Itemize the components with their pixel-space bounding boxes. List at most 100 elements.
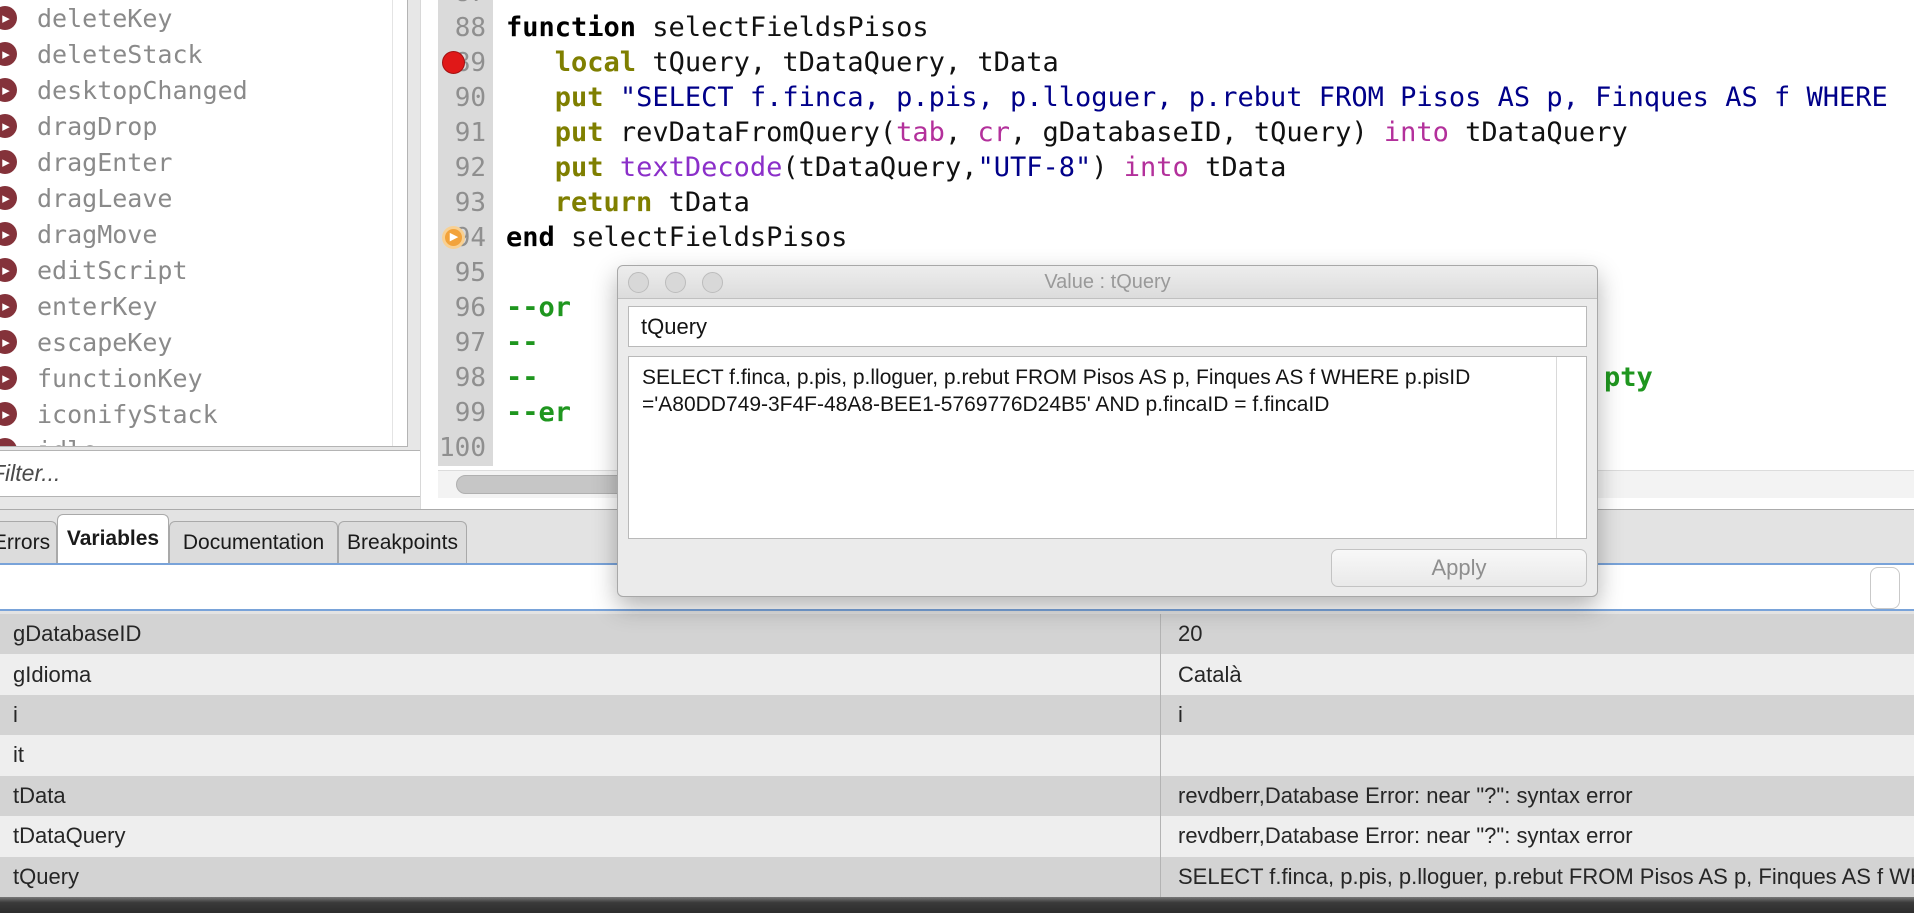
line-number[interactable]: 95 <box>438 258 493 288</box>
handler-label: dragDrop <box>37 112 157 141</box>
handler-message-icon <box>0 78 17 102</box>
handler-label: editScript <box>37 256 188 285</box>
handler-label: dragEnter <box>37 148 172 177</box>
line-text: put revDataFromQuery(tab, cr, gDatabaseI… <box>506 117 1628 148</box>
variable-value-cell[interactable]: SELECT f.finca, p.pis, p.lloguer, p.rebu… <box>1161 857 1914 897</box>
handler-message-icon <box>0 330 17 354</box>
line-number[interactable]: 97 <box>438 328 493 358</box>
breakpoint-icon[interactable] <box>442 51 465 74</box>
handler-item-functionKey[interactable]: functionKey <box>0 360 407 396</box>
handler-label: iconifyStack <box>37 400 218 429</box>
code-line-87[interactable]: 87 <box>438 0 1914 10</box>
handler-item-dragEnter[interactable]: dragEnter <box>0 144 407 180</box>
variable-value-dialog: Value : tQuery tQuery SELECT f.finca, p.… <box>617 265 1598 597</box>
handler-item-idle[interactable]: idle <box>0 432 407 447</box>
handler-item-desktopChanged[interactable]: desktopChanged <box>0 72 407 108</box>
variables-scrollbar[interactable] <box>1870 567 1900 609</box>
variable-value-cell[interactable] <box>1161 735 1914 775</box>
variable-value-cell[interactable]: Català <box>1161 654 1914 694</box>
code-line-90[interactable]: 90 put "SELECT f.finca, p.pis, p.lloguer… <box>438 80 1914 115</box>
variable-row-gDatabaseID[interactable]: gDatabaseID20 <box>0 614 1914 654</box>
variable-name-field[interactable]: tQuery <box>628 306 1587 347</box>
handler-label: functionKey <box>37 364 203 393</box>
handler-label: idle <box>37 436 97 448</box>
variable-row-tData[interactable]: tDatarevdberr,Database Error: near "?": … <box>0 776 1914 816</box>
handler-filter-input[interactable]: Filter... <box>0 450 432 497</box>
handler-item-deleteKey[interactable]: deleteKey <box>0 0 407 36</box>
variable-name-cell[interactable]: tDataQuery <box>0 816 1161 856</box>
dialog-titlebar[interactable]: Value : tQuery <box>618 266 1597 299</box>
apply-button[interactable]: Apply <box>1331 549 1587 587</box>
variable-name-cell[interactable]: i <box>0 695 1161 735</box>
variable-name-cell[interactable]: tData <box>0 776 1161 816</box>
handler-label: dragMove <box>37 220 157 249</box>
handler-message-icon <box>0 258 17 282</box>
handler-message-icon <box>0 6 17 30</box>
code-line-94[interactable]: 94end selectFieldsPisos <box>438 220 1914 255</box>
line-number[interactable]: 87 <box>438 0 493 8</box>
variable-name-cell[interactable]: it <box>0 735 1161 775</box>
handler-item-dragDrop[interactable]: dragDrop <box>0 108 407 144</box>
variable-row-tQuery[interactable]: tQuerySELECT f.finca, p.pis, p.lloguer, … <box>0 857 1914 897</box>
line-text: --or <box>506 292 571 323</box>
variable-row-i[interactable]: ii <box>0 695 1914 735</box>
handler-label: enterKey <box>37 292 157 321</box>
execution-point-icon[interactable] <box>442 226 465 249</box>
handler-list[interactable]: deleteKey deleteStackdesktopChanged dragDr… <box>0 0 408 447</box>
tab-documentation[interactable]: Documentation <box>169 521 338 563</box>
bottom-scrollbar-track[interactable] <box>0 897 1914 913</box>
handler-item-dragMove[interactable]: dragMove <box>0 216 407 252</box>
line-number[interactable]: 88 <box>438 13 493 43</box>
handler-message-icon <box>0 438 17 447</box>
handler-filter-placeholder: Filter... <box>0 460 60 487</box>
variable-row-tDataQuery[interactable]: tDataQueryrevdberr,Database Error: near … <box>0 816 1914 856</box>
tab-breakpoints[interactable]: Breakpoints <box>338 521 467 563</box>
variable-name-cell[interactable]: gIdioma <box>0 654 1161 694</box>
line-text: local tQuery, tDataQuery, tData <box>506 47 1059 78</box>
handler-item-enterKey[interactable]: enterKey <box>0 288 407 324</box>
code-line-92[interactable]: 92 put textDecode(tDataQuery,"UTF-8") in… <box>438 150 1914 185</box>
tab-errors[interactable]: Errors <box>0 521 57 563</box>
variable-value-text: SELECT f.finca, p.pis, p.lloguer, p.rebu… <box>642 365 1546 418</box>
code-line-91[interactable]: 91 put revDataFromQuery(tab, cr, gDataba… <box>438 115 1914 150</box>
code-line-93[interactable]: 93 return tData <box>438 185 1914 220</box>
line-text: put "SELECT f.finca, p.pis, p.lloguer, p… <box>506 82 1888 113</box>
line-text: put textDecode(tDataQuery,"UTF-8") into … <box>506 152 1286 183</box>
variable-value-textarea[interactable]: SELECT f.finca, p.pis, p.lloguer, p.rebu… <box>628 356 1587 539</box>
variables-table: gDatabaseID20gIdiomaCatalàiiittDatarevdb… <box>0 614 1914 897</box>
code-line-89[interactable]: 89 local tQuery, tDataQuery, tData <box>438 45 1914 80</box>
handler-message-icon <box>0 366 17 390</box>
line-number[interactable]: 90 <box>438 83 493 113</box>
handler-message-icon <box>0 402 17 426</box>
tab-variables[interactable]: Variables <box>57 514 169 563</box>
handler-item-editScript[interactable]: editScript <box>0 252 407 288</box>
value-scrollbar[interactable] <box>1556 357 1586 538</box>
line-number[interactable]: 98 <box>438 363 493 393</box>
code-line-88[interactable]: 88function selectFieldsPisos <box>438 10 1914 45</box>
variable-name-cell[interactable]: gDatabaseID <box>0 614 1161 654</box>
line-number[interactable]: 100 <box>438 433 493 463</box>
line-number[interactable]: 93 <box>438 188 493 218</box>
handler-item-escapeKey[interactable]: escapeKey <box>0 324 407 360</box>
handler-item-iconifyStack[interactable]: iconifyStack <box>0 396 407 432</box>
handler-label: dragLeave <box>37 184 172 213</box>
line-number[interactable]: 96 <box>438 293 493 323</box>
variable-value-cell[interactable]: i <box>1161 695 1914 735</box>
variable-value-cell[interactable]: revdberr,Database Error: near "?": synta… <box>1161 816 1914 856</box>
handler-item-deleteStack[interactable]: deleteStack <box>0 36 407 72</box>
line-text: return tData <box>506 187 750 218</box>
handler-label: deleteKey <box>37 4 172 33</box>
line-number[interactable]: 92 <box>438 153 493 183</box>
variable-value-cell[interactable]: 20 <box>1161 614 1914 654</box>
line-number[interactable]: 91 <box>438 118 493 148</box>
variable-name-cell[interactable]: tQuery <box>0 857 1161 897</box>
variable-value-cell[interactable]: revdberr,Database Error: near "?": synta… <box>1161 776 1914 816</box>
variable-row-gIdioma[interactable]: gIdiomaCatalà <box>0 654 1914 694</box>
line-text: --er <box>506 397 571 428</box>
handler-message-icon <box>0 186 17 210</box>
code-line-98-fragment: pty <box>1604 360 1653 395</box>
variable-row-it[interactable]: it <box>0 735 1914 775</box>
line-number[interactable]: 99 <box>438 398 493 428</box>
line-text: end selectFieldsPisos <box>506 222 847 253</box>
handler-item-dragLeave[interactable]: dragLeave <box>0 180 407 216</box>
